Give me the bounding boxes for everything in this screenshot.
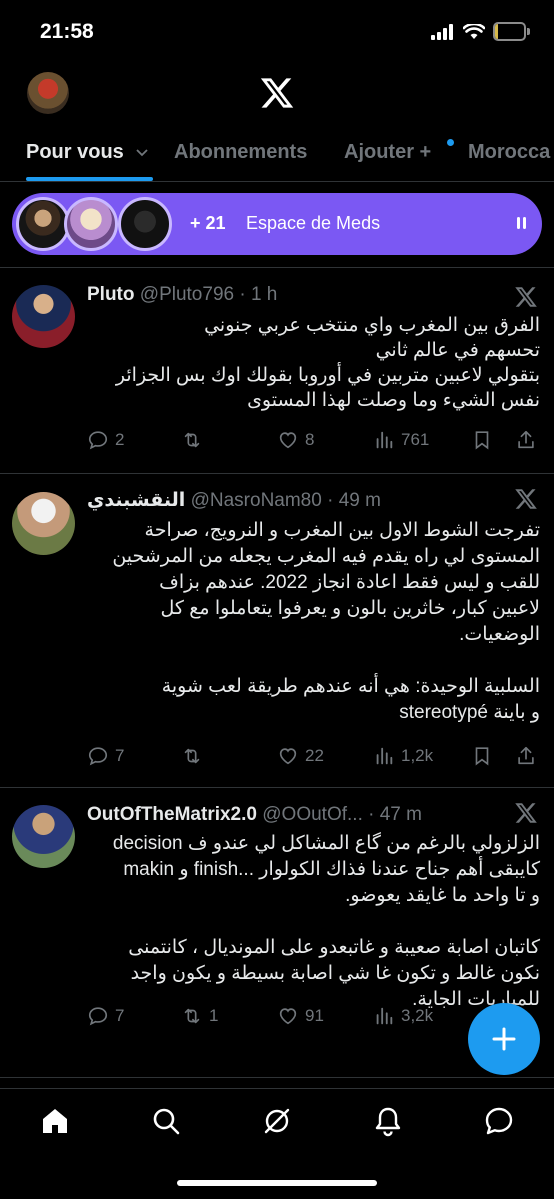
- repost-icon: [184, 748, 200, 764]
- grok-icon[interactable]: [261, 1105, 293, 1137]
- share-icon: [518, 430, 534, 449]
- reply-button[interactable]: 2: [87, 429, 124, 451]
- messages-icon[interactable]: [483, 1105, 515, 1137]
- battery-icon: 10: [493, 22, 530, 41]
- author-name[interactable]: Pluto: [87, 284, 135, 305]
- like-button[interactable]: 91: [277, 1005, 324, 1027]
- tab-morocca[interactable]: Morocca: [468, 141, 550, 164]
- reply-button[interactable]: 7: [87, 745, 124, 767]
- space-listener-count: + 21: [190, 213, 226, 233]
- top-header: [0, 66, 554, 122]
- active-tab-indicator: [26, 177, 153, 181]
- space-speaker-avatar: [118, 197, 172, 251]
- views-icon: [376, 747, 393, 765]
- tweet[interactable]: Pluto @Pluto796 · 1 h الفرق بين المغرب و…: [0, 267, 554, 473]
- share-icon: [518, 746, 534, 765]
- author-avatar[interactable]: [12, 285, 75, 348]
- chevron-down-icon: [136, 149, 148, 156]
- bookmark-icon: [475, 431, 489, 450]
- author-handle: @OOutOf... · 47 m: [262, 804, 422, 825]
- live-space-banner[interactable]: + 21 Espace de Meds: [12, 193, 542, 255]
- bookmark-button[interactable]: [471, 429, 493, 451]
- tweet[interactable]: النقشبندي @NasroNam80 · 49 m تفرجت الشوط…: [0, 473, 554, 787]
- search-icon[interactable]: [150, 1105, 182, 1137]
- notifications-icon[interactable]: [372, 1105, 404, 1137]
- repost-icon: [184, 1008, 200, 1024]
- tab-ajouter[interactable]: Ajouter +: [344, 141, 431, 164]
- tweet-actions: 2 8 761: [87, 429, 540, 457]
- x-logo-icon: [515, 489, 537, 509]
- reply-icon: [88, 431, 108, 450]
- repost-button[interactable]: [181, 429, 209, 451]
- tab-pour-vous[interactable]: Pour vous: [26, 141, 149, 164]
- views-button[interactable]: 3,2k: [373, 1005, 433, 1027]
- tab-abonnements[interactable]: Abonnements: [174, 141, 307, 164]
- space-title: Espace de Meds: [246, 213, 381, 233]
- share-button[interactable]: [515, 745, 537, 767]
- author-avatar[interactable]: [12, 805, 75, 868]
- wifi-icon: [463, 23, 485, 39]
- like-button[interactable]: 22: [277, 745, 324, 767]
- bookmark-button[interactable]: [471, 745, 493, 767]
- views-icon: [376, 1007, 393, 1025]
- repost-icon: [184, 432, 200, 448]
- reply-icon: [88, 1007, 108, 1026]
- views-button[interactable]: 761: [373, 429, 429, 451]
- home-indicator: [177, 1180, 377, 1186]
- x-logo-icon: [515, 287, 537, 307]
- views-button[interactable]: 1,2k: [373, 745, 433, 767]
- battery-level: 10: [502, 24, 517, 39]
- like-button[interactable]: 8: [277, 429, 314, 451]
- profile-avatar[interactable]: [27, 72, 69, 114]
- like-icon: [279, 432, 297, 449]
- author-name[interactable]: النقشبندي: [87, 490, 185, 511]
- tweet-text: الزلزولي بالرغم من گاع المشاكل لي عندو ف…: [112, 833, 540, 1010]
- author-avatar[interactable]: [12, 492, 75, 555]
- like-icon: [279, 748, 297, 765]
- like-icon: [279, 1008, 297, 1025]
- author-handle: @Pluto796 · 1 h: [139, 284, 278, 305]
- x-logo-icon: [260, 78, 294, 108]
- repost-button[interactable]: [181, 745, 209, 767]
- tweet-actions: 7 22 1,2k: [87, 745, 540, 773]
- bookmark-icon: [475, 747, 489, 766]
- audio-bars-icon: [517, 217, 526, 229]
- repost-button[interactable]: 1: [181, 1005, 218, 1027]
- share-button[interactable]: [515, 429, 537, 451]
- space-host-avatar: [16, 197, 70, 251]
- reply-icon: [88, 747, 108, 766]
- tweet-text: تفرجت الشوط الاول بين المغرب و النرويج، …: [112, 520, 540, 723]
- status-bar: 21:58 10: [0, 0, 554, 62]
- timeline-tabs: Pour vous Abonnements Ajouter + Morocca: [0, 130, 554, 182]
- status-time: 21:58: [40, 20, 94, 43]
- author-handle: @NasroNam80 · 49 m: [190, 490, 381, 511]
- new-dot-badge: [447, 139, 454, 146]
- compose-button[interactable]: [468, 1003, 540, 1075]
- x-logo-icon: [515, 803, 537, 823]
- reply-button[interactable]: 7: [87, 1005, 124, 1027]
- tweet-text: الفرق بين المغرب واي منتخب عربي جنوني تح…: [115, 315, 540, 411]
- home-icon[interactable]: [39, 1105, 71, 1137]
- divider: [0, 1077, 554, 1078]
- compose-icon: [492, 1027, 516, 1051]
- signal-icon: [431, 23, 453, 40]
- space-speaker-avatar: [64, 197, 118, 251]
- views-icon: [376, 431, 393, 449]
- author-name[interactable]: OutOfTheMatrix2.0: [87, 804, 257, 825]
